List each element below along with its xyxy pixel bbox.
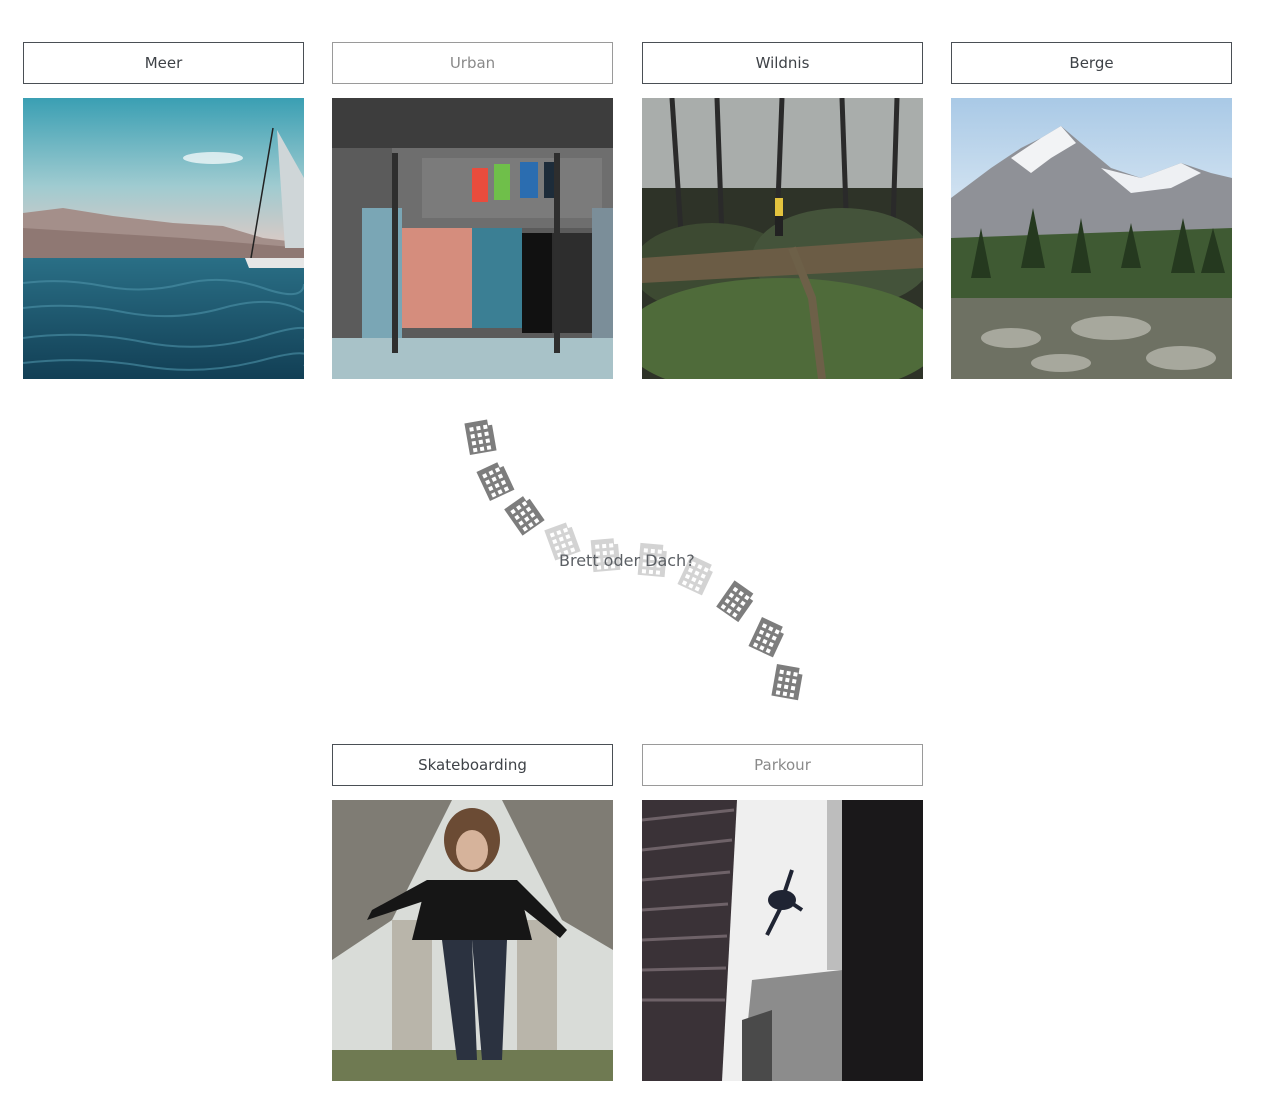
- card-parkour: Parkour: [642, 744, 923, 1081]
- photo-berge[interactable]: [951, 98, 1232, 379]
- building-icon: [716, 580, 754, 623]
- photo-skateboarding[interactable]: [332, 800, 613, 1081]
- category-button-meer[interactable]: Meer: [23, 42, 304, 84]
- card-berge: Berge: [951, 42, 1232, 379]
- category-button-berge[interactable]: Berge: [951, 42, 1232, 84]
- category-button-urban[interactable]: Urban: [332, 42, 613, 84]
- building-icon: [464, 419, 497, 456]
- category-button-parkour[interactable]: Parkour: [642, 744, 923, 786]
- building-icon: [476, 462, 515, 501]
- category-button-skateboarding[interactable]: Skateboarding: [332, 744, 613, 786]
- category-button-wildnis[interactable]: Wildnis: [642, 42, 923, 84]
- card-wildnis: Wildnis: [642, 42, 923, 379]
- photo-wildnis[interactable]: [642, 98, 923, 379]
- question-text: Brett oder Dach?: [559, 551, 695, 570]
- building-icon: [504, 496, 545, 536]
- photo-urban[interactable]: [332, 98, 613, 379]
- building-icon: [771, 663, 803, 701]
- photo-meer[interactable]: [23, 98, 304, 379]
- card-urban: Urban: [332, 42, 613, 379]
- building-icon: [748, 617, 784, 658]
- photo-parkour[interactable]: [642, 800, 923, 1081]
- card-meer: Meer: [23, 42, 304, 379]
- card-skateboarding: Skateboarding: [332, 744, 613, 1081]
